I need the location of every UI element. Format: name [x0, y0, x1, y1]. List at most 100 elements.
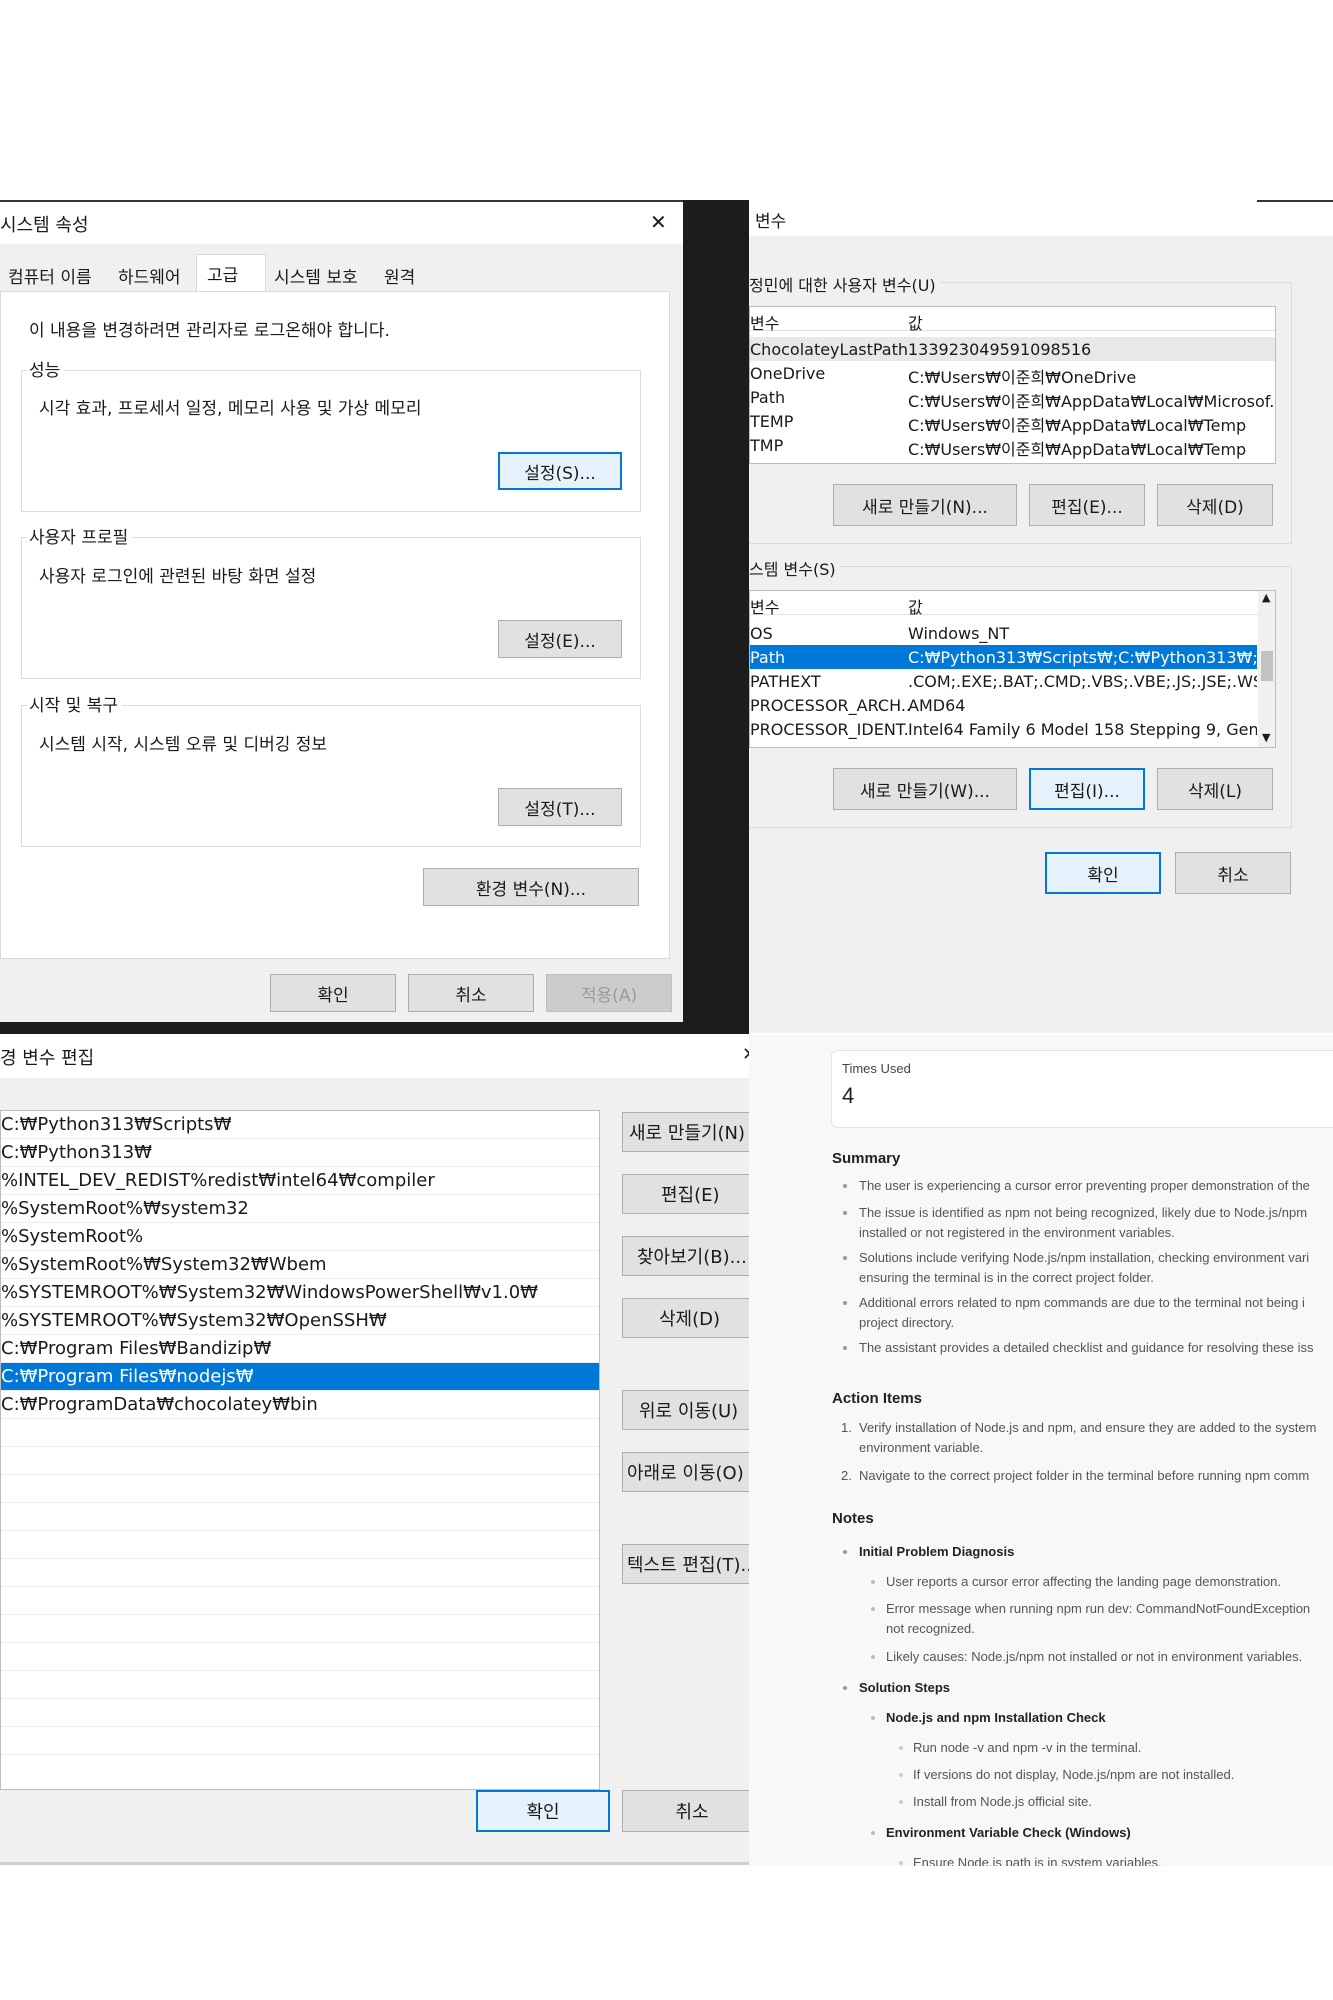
scrollbar-thumb[interactable] — [1261, 651, 1273, 681]
performance-settings-button[interactable]: 설정(S)... — [498, 452, 622, 490]
list-item-selected[interactable]: C:₩Program Files₩nodejs₩ — [1, 1363, 599, 1391]
env-cancel-button[interactable]: 취소 — [1175, 852, 1291, 894]
system-variables-list[interactable]: 변수 값 OS Windows_NT Path C:₩Python313₩Scr… — [749, 590, 1276, 748]
startup-settings-button[interactable]: 설정(T)... — [498, 788, 622, 826]
list-item[interactable]: C:₩Python313₩Scripts₩ — [1, 1111, 599, 1139]
variable-name: OneDrive — [750, 364, 826, 383]
close-icon[interactable]: ✕ — [650, 210, 667, 234]
tab-content-advanced: 이 내용을 변경하려면 관리자로 로그온해야 합니다. 성능 시각 효과, 프로… — [0, 291, 670, 959]
empty-row[interactable] — [1, 1447, 599, 1475]
empty-row[interactable] — [1, 1503, 599, 1531]
summary-item: The issue is identified as npm not being… — [859, 1205, 1308, 1220]
empty-row[interactable] — [1, 1475, 599, 1503]
summary-item: Solutions include verifying Node.js/npm … — [859, 1250, 1310, 1265]
note-item: User reports a cursor error affecting th… — [886, 1574, 1282, 1589]
tab-remote[interactable]: 원격 — [376, 258, 438, 290]
column-header-value[interactable]: 값 — [908, 310, 1275, 334]
user-delete-button[interactable]: 삭제(D) — [1157, 484, 1273, 526]
ok-button[interactable]: 확인 — [270, 974, 396, 1012]
list-item[interactable]: %SystemRoot%₩system32 — [1, 1195, 599, 1223]
path-text-edit-button[interactable]: 텍스트 편집(T)... — [622, 1544, 749, 1584]
list-item[interactable]: %INTEL_DEV_REDIST%redist₩intel64₩compile… — [1, 1167, 599, 1195]
table-row[interactable]: PROCESSOR_ARCH... AMD64 — [750, 693, 1257, 717]
empty-row[interactable] — [1, 1727, 599, 1755]
action-number: 2. — [841, 1468, 852, 1483]
table-row[interactable]: TEMP C:₩Users₩이준희₩AppData₩Local₩Temp — [750, 409, 1275, 435]
list-item[interactable]: C:₩Python313₩ — [1, 1139, 599, 1167]
tab-computer-name[interactable]: 컴퓨터 이름 — [0, 258, 110, 290]
path-entries-list[interactable]: C:₩Python313₩Scripts₩ C:₩Python313₩ %INT… — [0, 1110, 600, 1790]
user-edit-button[interactable]: 편집(E)... — [1029, 484, 1145, 526]
empty-row[interactable] — [1, 1587, 599, 1615]
table-row[interactable]: OS Windows_NT — [750, 621, 1257, 645]
note-item: Likely causes: Node.js/npm not installed… — [886, 1649, 1303, 1664]
list-item[interactable]: %SYSTEMROOT%₩System32₩WindowsPowerShell₩… — [1, 1279, 599, 1307]
bullet-icon — [843, 1550, 847, 1554]
performance-desc: 시각 효과, 프로세서 일정, 메모리 사용 및 가상 메모리 — [39, 399, 422, 419]
user-new-button[interactable]: 새로 만들기(N)... — [833, 484, 1017, 526]
table-row[interactable]: PATHEXT .COM;.EXE;.BAT;.CMD;.VBS;.VBE;.J… — [750, 669, 1257, 693]
bullet-icon — [871, 1716, 875, 1720]
apply-button[interactable]: 적용(A) — [546, 974, 672, 1012]
empty-row[interactable] — [1, 1643, 599, 1671]
scroll-down-icon[interactable]: ▼ — [1262, 731, 1270, 744]
empty-row[interactable] — [1, 1559, 599, 1587]
column-header-value[interactable]: 값 — [908, 594, 1275, 618]
empty-row[interactable] — [1, 1699, 599, 1727]
list-item[interactable]: C:₩Program Files₩Bandizip₩ — [1, 1335, 599, 1363]
window-title: 경 변수 편집 — [0, 1048, 95, 1069]
dark-divider-vertical — [683, 200, 749, 1033]
list-item[interactable]: %SystemRoot% — [1, 1223, 599, 1251]
path-ok-button[interactable]: 확인 — [476, 1790, 610, 1832]
table-row[interactable]: Path C:₩Users₩이준희₩AppData₩Local₩Microsof… — [750, 385, 1275, 411]
times-used-value: 4 — [842, 1083, 855, 1108]
bullet-icon — [871, 1831, 875, 1835]
path-delete-button[interactable]: 삭제(D) — [622, 1298, 749, 1338]
path-move-up-button[interactable]: 위로 이동(U) — [622, 1390, 749, 1430]
system-edit-button[interactable]: 편집(I)... — [1029, 768, 1145, 810]
empty-row[interactable] — [1, 1419, 599, 1447]
empty-row[interactable] — [1, 1531, 599, 1559]
path-edit-button[interactable]: 편집(E) — [622, 1174, 749, 1214]
tab-advanced[interactable]: 고급 — [196, 254, 266, 292]
path-browse-button[interactable]: 찾아보기(B)... — [622, 1236, 749, 1276]
bottom-shadow — [0, 1862, 749, 1865]
table-row-selected[interactable]: Path C:₩Python313₩Scripts₩;C:₩Python313₩… — [750, 645, 1257, 669]
performance-legend: 성능 — [27, 356, 65, 381]
user-variables-list[interactable]: 변수 값 ChocolateyLastPath... 1339230495910… — [749, 306, 1276, 464]
path-cancel-button[interactable]: 취소 — [622, 1790, 749, 1832]
system-new-button[interactable]: 새로 만들기(W)... — [833, 768, 1017, 810]
variable-value: AMD64 — [908, 696, 966, 715]
list-item[interactable]: C:₩ProgramData₩chocolatey₩bin — [1, 1391, 599, 1419]
environment-variables-button[interactable]: 환경 변수(N)... — [423, 868, 639, 906]
bullet-icon — [871, 1655, 875, 1659]
list-item[interactable]: %SystemRoot%₩System32₩Wbem — [1, 1251, 599, 1279]
empty-row[interactable] — [1, 1615, 599, 1643]
user-profile-settings-button[interactable]: 설정(E)... — [498, 620, 622, 658]
column-header-variable[interactable]: 변수 — [750, 594, 910, 618]
table-row[interactable]: TMP C:₩Users₩이준희₩AppData₩Local₩Temp — [750, 433, 1275, 459]
empty-row[interactable] — [1, 1671, 599, 1699]
system-delete-button[interactable]: 삭제(L) — [1157, 768, 1273, 810]
tab-hardware[interactable]: 하드웨어 — [110, 258, 196, 290]
user-variables-legend: 정민에 대한 사용자 변수(U) — [749, 272, 940, 296]
variable-name: Path — [750, 648, 786, 667]
table-row[interactable]: OneDrive C:₩Users₩이준희₩OneDrive — [750, 361, 1275, 387]
path-new-button[interactable]: 새로 만들기(N) — [622, 1112, 749, 1152]
path-move-down-button[interactable]: 아래로 이동(O) — [622, 1452, 749, 1492]
path-entry: C:₩Python313₩Scripts₩ — [1, 1114, 232, 1135]
bullet-icon — [899, 1800, 903, 1804]
user-profile-desc: 사용자 로그인에 관련된 바탕 화면 설정 — [39, 567, 317, 587]
tab-system-protection[interactable]: 시스템 보호 — [266, 258, 376, 290]
bullet-icon — [843, 1256, 847, 1260]
vertical-scrollbar[interactable]: ▲ ▼ — [1258, 591, 1275, 747]
column-header-variable[interactable]: 변수 — [750, 310, 910, 334]
scroll-up-icon[interactable]: ▲ — [1262, 591, 1270, 604]
table-row[interactable]: PROCESSOR_IDENT... Intel64 Family 6 Mode… — [750, 717, 1257, 741]
list-item[interactable]: %SYSTEMROOT%₩System32₩OpenSSH₩ — [1, 1307, 599, 1335]
env-ok-button[interactable]: 확인 — [1045, 852, 1161, 894]
close-icon[interactable]: ✕ — [742, 1044, 749, 1065]
variable-value: C:₩Users₩이준희₩AppData₩Local₩Temp — [908, 440, 1247, 459]
cancel-button[interactable]: 취소 — [408, 974, 534, 1012]
table-row[interactable]: ChocolateyLastPath... 133923049591098516 — [750, 337, 1275, 361]
